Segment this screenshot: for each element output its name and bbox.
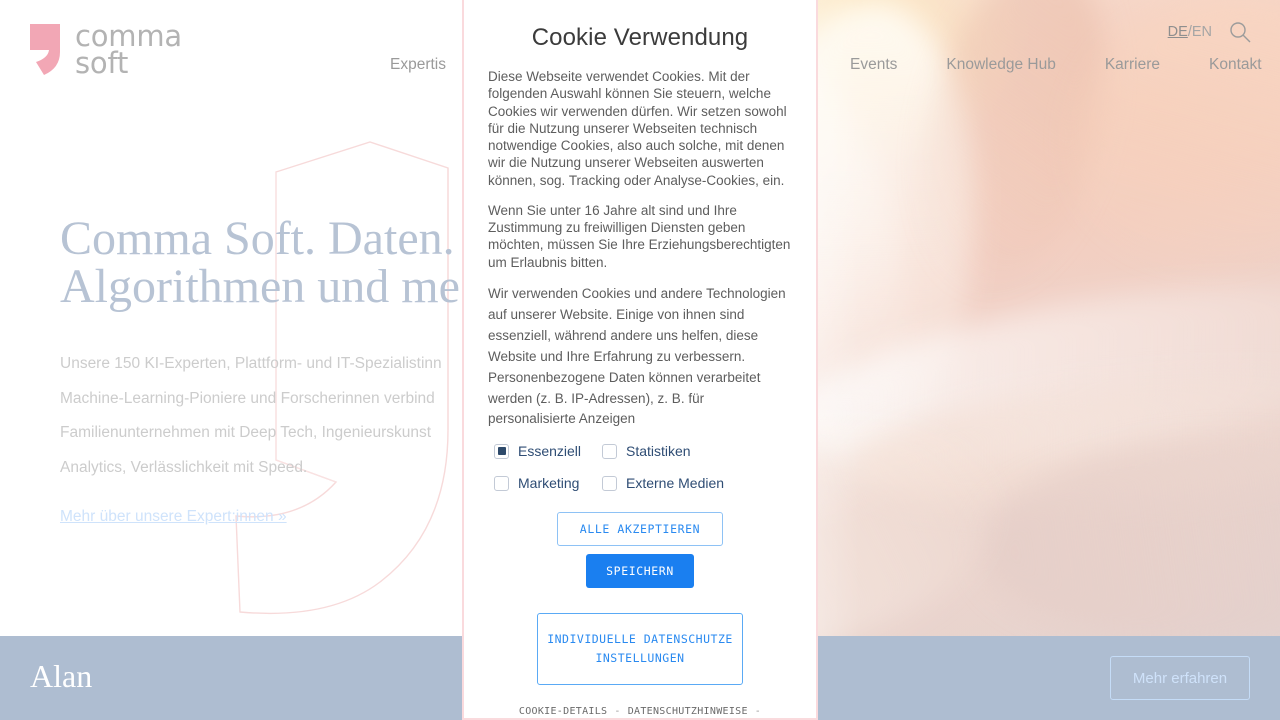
checkbox-externe-medien-label: Externe Medien: [626, 475, 725, 492]
cookie-dialog-footer: COOKIE-DETAILS - DATENSCHUTZHINWEISE -: [488, 706, 792, 717]
cookie-category-options: Essenziell Statistiken Marketing Externe…: [488, 443, 792, 491]
link-datenschutzhinweise[interactable]: DATENSCHUTZHINWEISE: [628, 706, 748, 717]
checkbox-statistiken-box[interactable]: [602, 443, 617, 459]
checkbox-marketing-box[interactable]: [494, 475, 509, 491]
cookie-paragraph-1: Diese Webseite verwendet Cookies. Mit de…: [488, 69, 787, 188]
nav-item-events[interactable]: Events: [850, 56, 897, 74]
checkbox-statistiken-label: Statistiken: [626, 443, 691, 460]
lang-en[interactable]: EN: [1192, 24, 1212, 40]
checkbox-essenziell-label: Essenziell: [518, 443, 582, 460]
logo-text: comma soft: [75, 22, 182, 80]
footer-separator-1: -: [614, 706, 621, 718]
footer-separator-2: -: [754, 706, 762, 718]
lang-de[interactable]: DE: [1168, 24, 1188, 40]
nav-item-expertise[interactable]: Expertis: [390, 56, 446, 74]
search-icon[interactable]: [1228, 20, 1252, 44]
checkbox-marketing[interactable]: Marketing: [494, 475, 602, 491]
logo[interactable]: comma soft: [28, 22, 182, 78]
checkbox-marketing-label: Marketing: [518, 475, 580, 492]
cookie-dialog-body: Diese Webseite verwendet Cookies. Mit de…: [488, 68, 792, 430]
checkbox-essenziell-box[interactable]: [494, 443, 509, 459]
logo-text-line2: soft: [75, 46, 129, 80]
cookie-consent-dialog: Cookie Verwendung Diese Webseite verwend…: [462, 0, 818, 720]
bottom-banner-title: Alan: [30, 658, 93, 694]
cookie-dialog-title: Cookie Verwendung: [531, 24, 749, 51]
accept-all-button[interactable]: ALLE AKZEPTIEREN: [557, 512, 723, 547]
save-button[interactable]: SPEICHERN: [586, 554, 694, 589]
cookie-paragraph-2: Wenn Sie unter 16 Jahre alt sind und Ihr…: [488, 202, 791, 270]
nav-item-kontakt[interactable]: Kontakt: [1209, 56, 1262, 74]
language-switcher[interactable]: DE/EN: [1168, 24, 1212, 40]
nav-item-karriere[interactable]: Karriere: [1105, 56, 1160, 74]
nav-item-knowledge-hub[interactable]: Knowledge Hub: [946, 56, 1055, 74]
individual-privacy-settings-button[interactable]: INDIVIDUELLE DATENSCHUTZEINSTELLUNGEN: [537, 613, 743, 686]
hero-title-line2: Algorithmen und me: [60, 260, 460, 313]
checkbox-statistiken[interactable]: Statistiken: [602, 443, 792, 459]
page-root: comma soft Expertis Events Knowledge Hub…: [0, 0, 1280, 720]
checkbox-externe-medien[interactable]: Externe Medien: [602, 475, 792, 491]
hero-link-experts[interactable]: Mehr über unsere Expert:innen »: [60, 508, 287, 526]
learn-more-button[interactable]: Mehr erfahren: [1110, 656, 1250, 700]
checkbox-essenziell[interactable]: Essenziell: [494, 443, 602, 459]
comma-logo-icon: [30, 24, 60, 75]
checkbox-externe-medien-box[interactable]: [602, 475, 617, 491]
cookie-paragraph-3: Wir verwenden Cookies und andere Technol…: [488, 285, 786, 427]
link-cookie-details[interactable]: COOKIE-DETAILS: [519, 706, 608, 717]
hero-title-line1: Comma Soft. Daten.: [60, 212, 455, 265]
